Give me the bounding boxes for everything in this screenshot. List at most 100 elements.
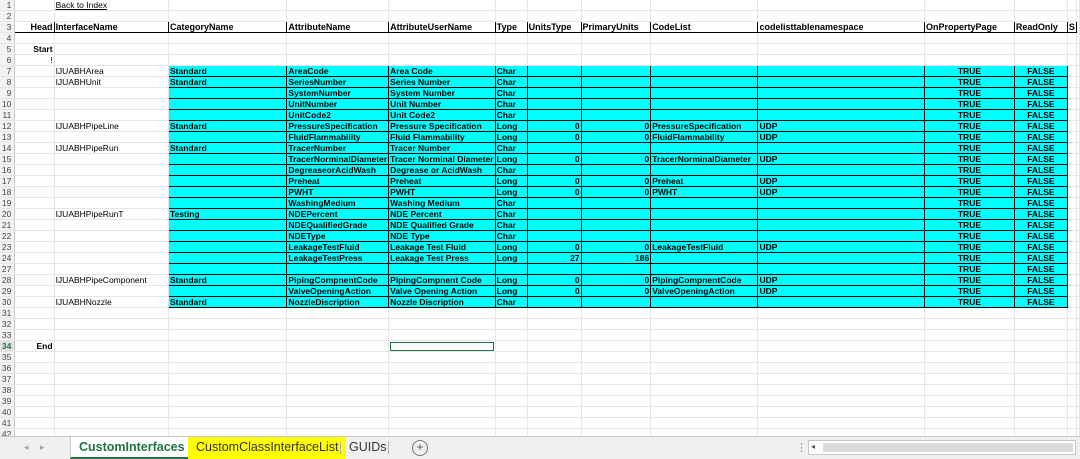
cell-f5[interactable] <box>495 43 528 55</box>
cell-c23[interactable] <box>167 241 288 253</box>
cell-h21[interactable] <box>580 219 652 231</box>
cell-l24[interactable]: FALSE <box>1013 252 1068 264</box>
row-header[interactable]: 14 <box>0 142 16 154</box>
cell-a30[interactable] <box>14 296 55 308</box>
cell-e1[interactable] <box>388 0 496 11</box>
cell-e37[interactable] <box>388 373 496 385</box>
cell-a23[interactable] <box>14 241 55 253</box>
cell-b3[interactable]: InterfaceName <box>53 21 169 33</box>
cell-l32[interactable] <box>1014 318 1068 330</box>
cell-k36[interactable] <box>924 362 1015 374</box>
cell-d38[interactable] <box>286 384 390 396</box>
cell-k21[interactable]: TRUE <box>923 219 1015 231</box>
cell-l21[interactable]: FALSE <box>1013 219 1068 231</box>
cell-d37[interactable] <box>286 373 390 385</box>
cell-h22[interactable] <box>580 230 652 242</box>
row-header[interactable]: 6 <box>0 54 16 66</box>
cell-f15[interactable]: Long <box>494 153 528 165</box>
cell-k34[interactable] <box>924 340 1015 352</box>
cell-j37[interactable] <box>757 373 925 385</box>
cell-i7[interactable] <box>650 65 759 77</box>
cell-g33[interactable] <box>527 329 582 341</box>
cell-h33[interactable] <box>581 329 652 341</box>
cell-h32[interactable] <box>581 318 652 330</box>
cell-d24[interactable]: LeakageTestPress <box>286 252 390 264</box>
cell-k29[interactable]: TRUE <box>923 285 1015 297</box>
cell-a39[interactable] <box>14 395 55 407</box>
cell-g32[interactable] <box>527 318 582 330</box>
cell-c22[interactable] <box>167 230 288 242</box>
cell-l8[interactable]: FALSE <box>1013 76 1068 88</box>
cell-b41[interactable] <box>54 417 169 429</box>
cell-a20[interactable] <box>14 208 55 220</box>
cell-h12[interactable]: 0 <box>580 120 652 132</box>
cell-i32[interactable] <box>650 318 759 330</box>
cell-b6[interactable] <box>54 54 169 66</box>
cell-l18[interactable]: FALSE <box>1013 186 1068 198</box>
cell-k24[interactable]: TRUE <box>923 252 1015 264</box>
cell-f18[interactable]: Long <box>494 186 528 198</box>
cell-h38[interactable] <box>581 384 652 396</box>
cell-j34[interactable] <box>757 340 925 352</box>
cell-m35[interactable] <box>1067 351 1078 363</box>
cell-b9[interactable] <box>54 87 169 99</box>
cell-d2[interactable] <box>286 10 390 22</box>
cell-a1[interactable] <box>14 0 55 11</box>
cell-c1[interactable] <box>168 0 288 11</box>
cell-d40[interactable] <box>286 406 390 418</box>
cell-l41[interactable] <box>1014 417 1068 429</box>
cell-c18[interactable] <box>167 186 288 198</box>
cell-c21[interactable] <box>167 219 288 231</box>
cell-l9[interactable]: FALSE <box>1013 87 1068 99</box>
cell-k17[interactable]: TRUE <box>923 175 1015 187</box>
cell-m18[interactable] <box>1067 186 1078 198</box>
row-header[interactable]: 40 <box>0 406 16 418</box>
scrollbar-thumb[interactable] <box>823 443 1073 452</box>
cell-m21[interactable] <box>1067 219 1078 231</box>
cell-i11[interactable] <box>650 109 759 121</box>
cell-g28[interactable]: 0 <box>526 274 582 286</box>
cell-f33[interactable] <box>495 329 528 341</box>
cell-g19[interactable] <box>526 197 582 209</box>
row-header[interactable]: 38 <box>0 384 16 396</box>
cell-i2[interactable] <box>650 10 759 22</box>
cell-f21[interactable]: Char <box>494 219 528 231</box>
cell-i29[interactable]: ValveOpeningAction <box>650 285 759 297</box>
cell-i22[interactable] <box>650 230 759 242</box>
cell-d17[interactable]: Preheat <box>286 175 390 187</box>
cell-b31[interactable] <box>54 307 169 319</box>
cell-e39[interactable] <box>388 395 496 407</box>
cell-d3[interactable]: AttributeName <box>286 21 390 33</box>
cell-d12[interactable]: PressureSpecification <box>286 120 390 132</box>
cell-b37[interactable] <box>54 373 169 385</box>
cell-a7[interactable] <box>14 65 55 77</box>
cell-m20[interactable] <box>1067 208 1078 220</box>
cell-l20[interactable]: FALSE <box>1013 208 1068 220</box>
cell-b33[interactable] <box>54 329 169 341</box>
cell-e16[interactable]: Degrease or AcidWash <box>388 164 496 176</box>
cell-i4[interactable] <box>650 32 759 44</box>
row-header[interactable]: 16 <box>0 164 16 176</box>
cell-h31[interactable] <box>581 307 652 319</box>
cell-k20[interactable]: TRUE <box>923 208 1015 220</box>
cell-h5[interactable] <box>581 43 652 55</box>
cell-j9[interactable] <box>757 87 925 99</box>
cell-b23[interactable] <box>54 241 169 253</box>
cell-i30[interactable] <box>650 296 759 308</box>
cell-k12[interactable]: TRUE <box>923 120 1015 132</box>
cell-m13[interactable] <box>1067 131 1078 143</box>
cell-h15[interactable]: 0 <box>580 153 652 165</box>
cell-d10[interactable]: UnitNumber <box>286 98 390 110</box>
cell-e12[interactable]: Pressure Specification <box>388 120 496 132</box>
cell-c37[interactable] <box>168 373 288 385</box>
cell-l37[interactable] <box>1014 373 1068 385</box>
cell-c9[interactable] <box>167 87 288 99</box>
cell-k1[interactable] <box>924 0 1015 11</box>
cell-j35[interactable] <box>757 351 925 363</box>
row-header[interactable]: 4 <box>0 32 16 44</box>
cell-j10[interactable] <box>757 98 925 110</box>
cell-d11[interactable]: UnitCode2 <box>286 109 390 121</box>
cell-g23[interactable]: 0 <box>526 241 582 253</box>
cell-k33[interactable] <box>924 329 1015 341</box>
cell-i10[interactable] <box>650 98 759 110</box>
